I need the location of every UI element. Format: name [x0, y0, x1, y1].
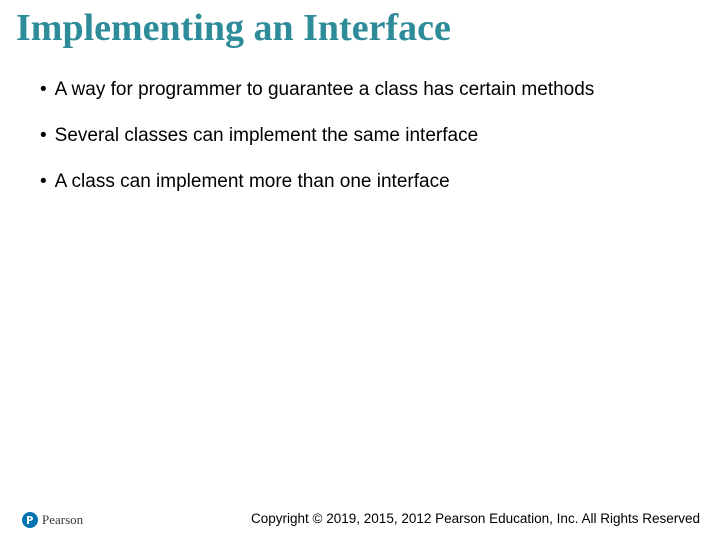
- brand-logo: Pearson: [22, 512, 83, 528]
- slide-footer: Pearson Copyright © 2019, 2015, 2012 Pea…: [0, 504, 720, 528]
- slide: Implementing an Interface • A way for pr…: [0, 0, 720, 540]
- bullet-item: • Several classes can implement the same…: [40, 124, 680, 148]
- copyright-text: Copyright © 2019, 2015, 2012 Pearson Edu…: [251, 511, 700, 526]
- pearson-logo-icon: [22, 512, 38, 528]
- bullet-text: A way for programmer to guarantee a clas…: [55, 78, 680, 102]
- bullet-dot-icon: •: [40, 170, 47, 194]
- bullet-item: • A way for programmer to guarantee a cl…: [40, 78, 680, 102]
- brand-name: Pearson: [42, 512, 83, 528]
- bullet-dot-icon: •: [40, 124, 47, 148]
- bullet-text: A class can implement more than one inte…: [55, 170, 680, 194]
- bullet-dot-icon: •: [40, 78, 47, 102]
- slide-title: Implementing an Interface: [16, 6, 451, 50]
- slide-body: • A way for programmer to guarantee a cl…: [40, 78, 680, 215]
- bullet-item: • A class can implement more than one in…: [40, 170, 680, 194]
- bullet-text: Several classes can implement the same i…: [55, 124, 680, 148]
